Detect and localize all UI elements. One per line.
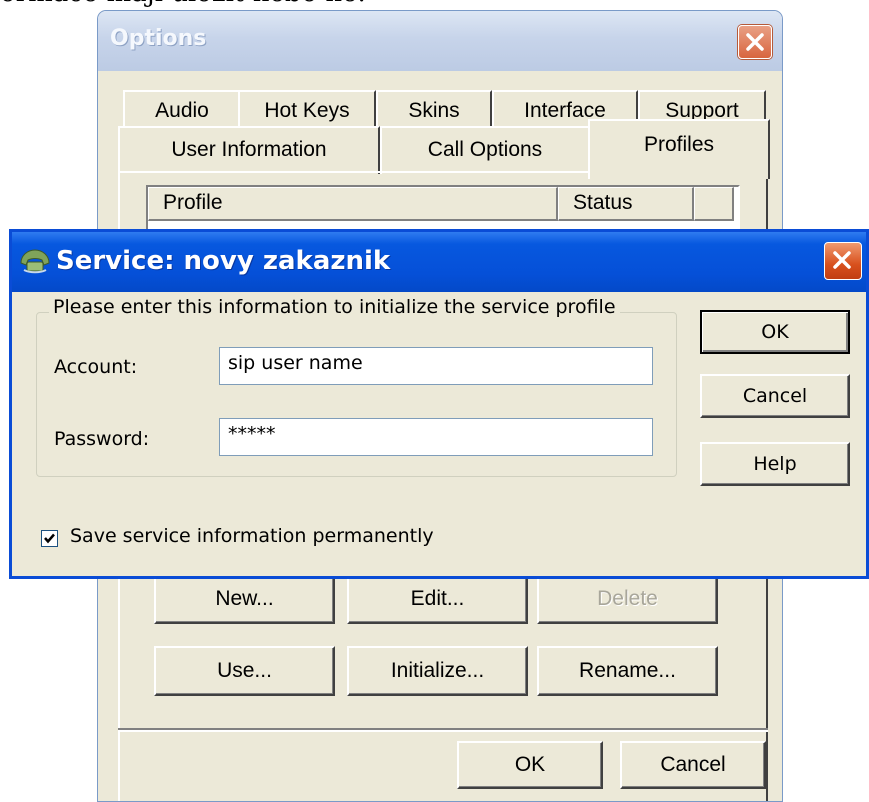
service-title-bar[interactable]: Service: novy zakaznik [12,232,866,292]
service-cancel-button[interactable]: Cancel [700,374,850,418]
groupbox-label: Please enter this information to initial… [49,296,620,318]
close-icon [833,251,851,269]
options-ok-button[interactable]: OK [457,741,603,789]
tab-user-information[interactable]: User Information [118,126,380,174]
options-title: Options [110,26,207,51]
column-header-filler [694,187,734,221]
rename-profile-button[interactable]: Rename... [537,646,718,696]
tab-profiles[interactable]: Profiles [588,119,770,179]
tab-skins[interactable]: Skins [376,90,492,130]
checkmark-icon [44,533,55,544]
account-field[interactable]: sip user name [219,347,653,385]
service-title: Service: novy zakaznik [56,246,391,276]
options-close-button[interactable] [738,25,772,59]
delete-profile-button[interactable]: Delete [537,574,718,624]
save-permanently-checkbox[interactable] [41,530,58,547]
separator [118,728,768,732]
service-ok-button[interactable]: OK [700,310,850,354]
tab-audio[interactable]: Audio [123,90,241,130]
options-cancel-button[interactable]: Cancel [620,741,766,789]
service-dialog: Service: novy zakaznik Please enter this… [9,229,869,579]
column-header-status[interactable]: Status [558,187,694,221]
options-title-bar[interactable]: Options [98,11,782,71]
initialize-profile-button[interactable]: Initialize... [347,646,528,696]
password-label: Password: [54,428,150,450]
edit-profile-button[interactable]: Edit... [347,574,528,624]
save-permanently-label[interactable]: Save service information permanently [70,525,434,547]
use-profile-button[interactable]: Use... [154,646,335,696]
account-label: Account: [54,356,138,378]
tab-hot-keys[interactable]: Hot Keys [238,90,376,130]
column-header-profile[interactable]: Profile [148,187,558,221]
close-icon [746,33,764,51]
service-close-button[interactable] [824,242,862,280]
background-document-text: ormace mají uložit nebo ne. [0,0,366,8]
service-help-button[interactable]: Help [700,442,850,486]
tab-call-options[interactable]: Call Options [380,126,590,174]
new-profile-button[interactable]: New... [154,574,335,624]
password-field[interactable]: ***** [219,418,653,456]
telephone-icon [20,249,50,274]
